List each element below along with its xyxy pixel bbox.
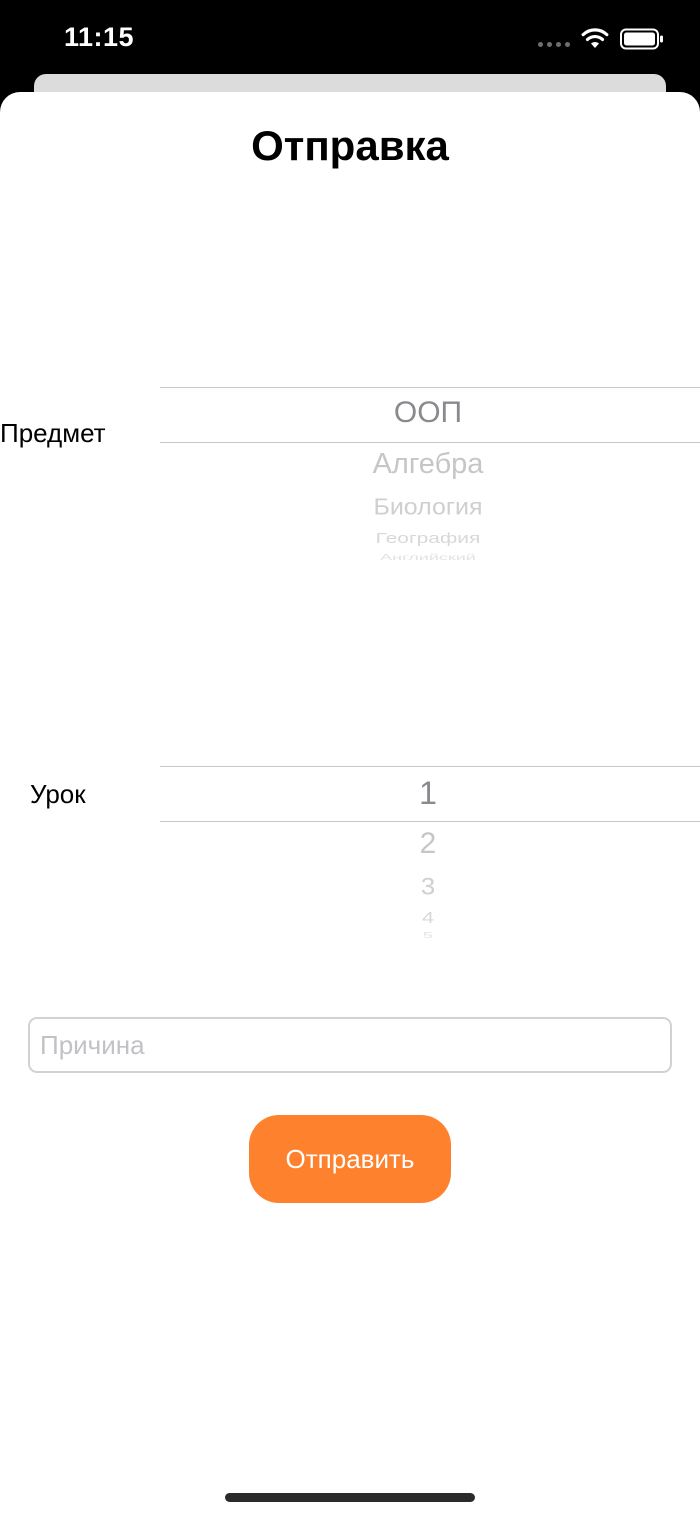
picker-selection-bottom-line: [160, 442, 700, 443]
lesson-picker-option[interactable]: 2: [160, 827, 698, 861]
page-title: Отправка: [251, 122, 449, 169]
reason-input[interactable]: [28, 1017, 672, 1073]
picker-selection-bottom-line: [160, 821, 700, 822]
lesson-picker-option[interactable]: 3: [160, 872, 698, 901]
lesson-picker[interactable]: 1 2 3 4 5: [160, 765, 700, 941]
battery-icon: [620, 28, 663, 50]
lesson-picker-option[interactable]: 5: [160, 931, 698, 940]
home-indicator[interactable]: [225, 1493, 475, 1502]
subject-picker-option[interactable]: Алгебра: [160, 448, 698, 481]
status-bar: 11:15: [0, 0, 700, 80]
lesson-picker-option[interactable]: 4: [160, 909, 698, 927]
subject-picker-option[interactable]: Биология: [160, 494, 698, 521]
cellular-signal-icon: [538, 40, 572, 48]
status-time: 11:15: [64, 22, 135, 52]
subject-picker-selected[interactable]: ООП: [160, 396, 698, 430]
subject-label: Предмет: [0, 418, 106, 448]
lesson-picker-selected[interactable]: 1: [160, 775, 698, 812]
lesson-label: Урок: [30, 779, 86, 809]
submit-button[interactable]: Отправить: [249, 1115, 451, 1203]
subject-picker-option[interactable]: Английский: [160, 553, 698, 562]
picker-selection-top-line: [160, 387, 700, 388]
send-sheet: Отправка Предмет ООП Алгебра Биология Ге…: [0, 92, 700, 1515]
wifi-icon: [581, 28, 609, 48]
picker-selection-top-line: [160, 766, 700, 767]
subject-picker[interactable]: ООП Алгебра Биология География Английски…: [160, 386, 700, 562]
subject-picker-option[interactable]: География: [160, 531, 698, 548]
